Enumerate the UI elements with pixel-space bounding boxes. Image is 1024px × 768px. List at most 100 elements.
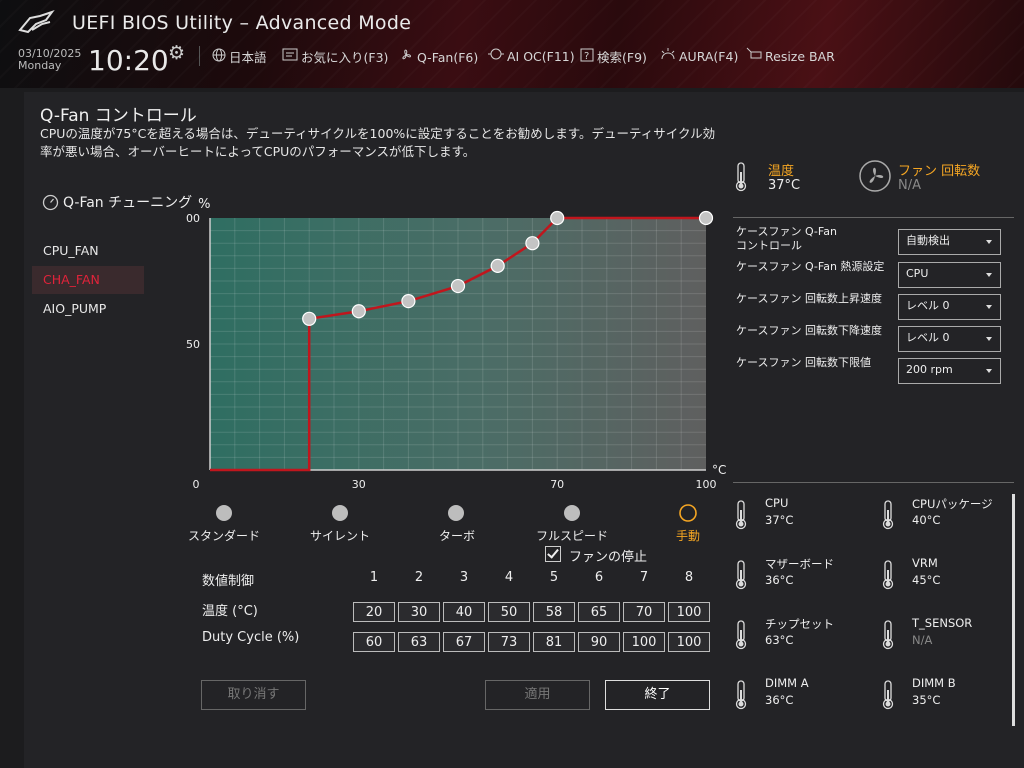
temperature-input[interactable]: 100 xyxy=(668,602,710,622)
preset-knob-silent[interactable] xyxy=(332,505,348,521)
temperature-input[interactable]: 20 xyxy=(353,602,395,622)
column-header: 8 xyxy=(684,570,694,585)
search-button[interactable]: ? 検索(F9) xyxy=(580,47,647,66)
duty-cycle-input[interactable]: 67 xyxy=(443,632,485,652)
monitor-scrollbar[interactable] xyxy=(1012,494,1015,726)
fan-item-cha-fan[interactable]: CHA_FAN xyxy=(32,266,144,294)
setting-dropdown-value: 200 rpm xyxy=(906,363,953,376)
thermometer-icon xyxy=(882,680,894,710)
language-label: 日本語 xyxy=(229,50,267,65)
app-title: UEFI BIOS Utility – Advanced Mode xyxy=(72,12,412,34)
duty-cycle-input[interactable]: 60 xyxy=(353,632,395,652)
duty-cycle-input[interactable]: 100 xyxy=(668,632,710,652)
resize-bar-button[interactable]: Resize BAR xyxy=(746,47,835,65)
fan-stop-label[interactable]: ファンの停止 xyxy=(569,546,647,565)
curve-point[interactable] xyxy=(450,278,466,294)
ai-oc-label: AI OC(F11) xyxy=(507,48,575,64)
y-tick-label: 50 xyxy=(186,338,200,351)
duty-cycle-input[interactable]: 63 xyxy=(398,632,440,652)
fan-stop-checkbox[interactable] xyxy=(545,546,561,562)
apply-button[interactable]: 適用 xyxy=(485,680,590,710)
temperature-value: 37°C xyxy=(768,178,801,193)
preset-label-silent[interactable]: サイレント xyxy=(310,527,370,544)
preset-knob-standard[interactable] xyxy=(216,505,232,521)
duty-cycle-input[interactable]: 100 xyxy=(623,632,665,652)
setting-dropdown[interactable]: レベル 0 xyxy=(898,326,1001,352)
preset-slider[interactable] xyxy=(210,500,710,526)
preset-label-standard[interactable]: スタンダード xyxy=(188,527,260,544)
setting-label: ケースファン 回転数上昇速度 xyxy=(736,292,882,305)
curve-point[interactable] xyxy=(490,258,505,273)
duty-cycle-input[interactable]: 90 xyxy=(578,632,620,652)
preset-label-turbo[interactable]: ターボ xyxy=(439,527,475,544)
right-divider-bottom xyxy=(733,482,1014,483)
preset-knob-turbo[interactable] xyxy=(448,505,464,521)
fan-item-cpu-fan[interactable]: CPU_FAN xyxy=(32,237,144,265)
x-tick-label: 0 xyxy=(193,478,200,488)
ai-oc-button[interactable]: AI OC(F11) xyxy=(488,47,575,65)
duty-cycle-input[interactable]: 81 xyxy=(533,632,575,652)
favorites-label: お気に入り(F3) xyxy=(301,50,389,65)
monitor-name: CPU xyxy=(765,496,789,510)
monitor-value: 35°C xyxy=(912,693,941,707)
curve-point[interactable] xyxy=(351,304,366,319)
temperature-label: 温度 xyxy=(768,164,795,179)
temperature-input[interactable]: 65 xyxy=(578,602,620,622)
temperature-input[interactable]: 70 xyxy=(623,602,665,622)
curve-point[interactable] xyxy=(401,294,416,309)
exit-button[interactable]: 終了 xyxy=(605,680,710,710)
undo-button[interactable]: 取り消す xyxy=(201,680,306,710)
date-display: 03/10/2025 Monday xyxy=(18,48,81,72)
monitor-value: 36°C xyxy=(765,573,794,587)
temperature-input[interactable]: 58 xyxy=(533,602,575,622)
setting-dropdown-value: レベル 0 xyxy=(906,331,950,344)
curve-point[interactable] xyxy=(525,236,540,251)
tuning-title-text: Q-Fan チューニング xyxy=(63,195,193,211)
favorites-button[interactable]: お気に入り(F3) xyxy=(282,47,388,66)
preset-knob-fullspeed[interactable] xyxy=(564,505,580,521)
resize-bar-label: Resize BAR xyxy=(765,48,835,64)
fan-curve-chart[interactable]: 0 30 70 100 100 50 °C xyxy=(186,206,726,488)
temperature-input[interactable]: 40 xyxy=(443,602,485,622)
fan-icon xyxy=(398,47,414,67)
curve-point[interactable] xyxy=(302,311,317,326)
y-tick-label: 100 xyxy=(186,212,200,225)
favorites-icon xyxy=(282,48,298,65)
aura-icon xyxy=(660,47,676,65)
thermometer-icon xyxy=(882,500,894,530)
monitor-name: DIMM B xyxy=(912,676,956,690)
column-header: 5 xyxy=(549,570,559,585)
aura-button[interactable]: AURA(F4) xyxy=(660,47,738,65)
setting-dropdown[interactable]: 自動検出 xyxy=(898,229,1001,255)
temperature-row-label: 温度 (°C) xyxy=(202,604,258,619)
column-header: 7 xyxy=(639,570,649,585)
column-header: 6 xyxy=(594,570,604,585)
clock-time[interactable]: 10:20 xyxy=(88,44,169,77)
setting-dropdown[interactable]: 200 rpm xyxy=(898,358,1001,384)
monitor-value: N/A xyxy=(912,633,933,647)
monitor-value: 63°C xyxy=(765,633,794,647)
preset-knob-manual[interactable] xyxy=(679,504,697,522)
chevron-down-icon xyxy=(986,273,992,277)
column-header: 4 xyxy=(504,570,514,585)
duty-cycle-input[interactable]: 73 xyxy=(488,632,530,652)
qfan-button[interactable]: Q-Fan(F6) xyxy=(398,47,478,67)
setting-dropdown[interactable]: レベル 0 xyxy=(898,294,1001,320)
temperature-input[interactable]: 30 xyxy=(398,602,440,622)
setting-label: ケースファン Q-Fan コントロール xyxy=(736,225,837,252)
resize-bar-icon xyxy=(746,47,762,65)
curve-point[interactable] xyxy=(698,210,714,226)
curve-point[interactable] xyxy=(550,210,565,226)
column-header: 3 xyxy=(459,570,469,585)
monitor-name: VRM xyxy=(912,556,938,570)
panel-description: CPUの温度が75°Cを超える場合は、デューティサイクルを100%に設定すること… xyxy=(40,126,716,159)
setting-dropdown[interactable]: CPU xyxy=(898,262,1001,288)
temperature-input[interactable]: 50 xyxy=(488,602,530,622)
language-button[interactable]: 日本語 xyxy=(212,47,267,66)
fan-item-aio-pump[interactable]: AIO_PUMP xyxy=(32,295,144,323)
gear-icon[interactable]: ⚙ xyxy=(168,42,185,64)
preset-label-fullspeed[interactable]: フルスピード xyxy=(536,527,608,544)
setting-label: ケースファン 回転数下限値 xyxy=(736,356,871,369)
x-tick-label: 30 xyxy=(352,478,366,488)
preset-label-manual[interactable]: 手動 xyxy=(676,527,700,544)
